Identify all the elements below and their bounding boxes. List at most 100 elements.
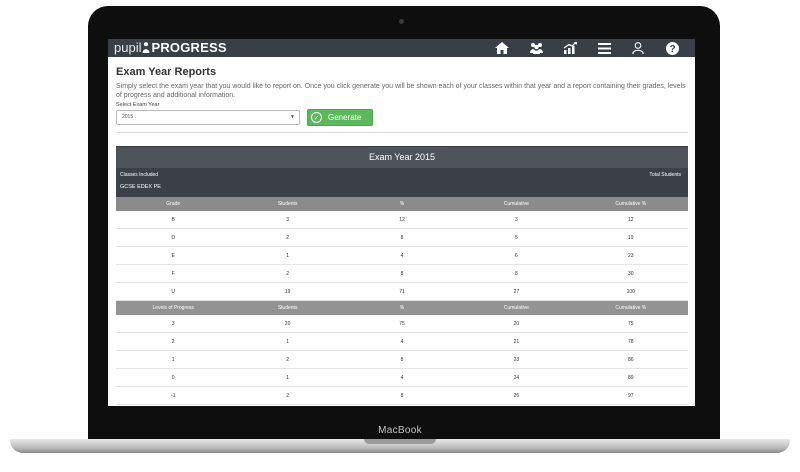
table-cell: 27 (459, 282, 574, 301)
table-cell: 1 (230, 404, 345, 406)
generate-label: Generate (328, 113, 362, 122)
table-cell: 12 (344, 211, 460, 229)
table-cell: 78 (573, 332, 688, 351)
laptop-notch (364, 439, 436, 444)
table-cell: E (116, 246, 231, 265)
table-cell: D (116, 228, 231, 247)
table-cell: 23 (573, 246, 688, 265)
table-cell: 3 (116, 315, 231, 333)
device-brand-label: MacBook (378, 425, 422, 436)
table-row: 2 1 4 21 78 (116, 332, 688, 351)
table-cell: -1 (116, 386, 231, 405)
table-cell: 8 (344, 264, 460, 283)
user-icon[interactable] (621, 39, 655, 57)
table-cell: 3 (230, 211, 345, 229)
table-row: B 3 12 3 12 (116, 211, 688, 229)
table-cell: 2 (230, 350, 345, 369)
select-label: Select Exam Year (116, 102, 160, 108)
report-panel: Exam Year 2015 Classes Included Total St… (116, 146, 688, 406)
progress-table: Levels of Progress Students% Cumulative Cum… (116, 301, 688, 406)
table-cell: 71 (344, 282, 460, 301)
table-cell: 0 (116, 368, 231, 387)
page-title: Exam Year Reports (116, 66, 217, 78)
table-row: -1 2 8 26 97 (116, 386, 688, 405)
table-cell: 1 (230, 332, 345, 351)
users-icon[interactable] (519, 39, 553, 57)
table-cell: 26 (459, 386, 574, 405)
table-cell: 2 (230, 228, 345, 247)
table-row: 0 1 4 24 89 (116, 368, 688, 387)
table-cell: 89 (573, 368, 688, 387)
logo-text-light: pupil (114, 40, 142, 55)
table-cell: 2 (230, 386, 345, 405)
table-row: F 2 8 8 30 (116, 264, 688, 283)
total-students-label: Total Students (649, 172, 681, 178)
exam-year-select[interactable]: 2015 ▼ (116, 110, 300, 125)
app-logo[interactable]: pupil PROGRESS (114, 40, 227, 56)
grades-table: Grade Students% Cumulative Cumulative % B31… (116, 197, 688, 301)
column-header: % (344, 197, 460, 211)
table-cell: F (116, 264, 231, 283)
home-icon[interactable] (485, 39, 519, 57)
table-row: -31427100 (116, 404, 688, 406)
table-cell: 20 (459, 315, 574, 333)
table-cell: 8 (344, 386, 460, 405)
check-icon: ✓ (311, 112, 322, 123)
progress-header-row: Levels of Progress Students% Cumulative Cum… (116, 301, 688, 315)
report-title: Exam Year 2015 (116, 146, 688, 168)
table-cell: 21 (459, 332, 574, 351)
form-row: 2015 ▼ ✓ Generate (116, 109, 688, 126)
column-header: Cumulative % (573, 197, 688, 211)
table-row: E 1 4 6 23 (116, 246, 688, 265)
screen: pupil PROGRESS ? Exam Year Reports Simpl… (108, 39, 695, 406)
table-cell: 3 (459, 211, 574, 229)
table-cell: 20 (230, 315, 345, 333)
table-cell: 4 (344, 368, 460, 387)
table-cell: 8 (344, 228, 460, 247)
table-cell: 8 (344, 350, 460, 369)
menu-icon[interactable] (587, 39, 621, 57)
generate-button[interactable]: ✓ Generate (307, 109, 373, 126)
nav-icons: ? (485, 39, 689, 57)
classes-bar: Classes Included Total Students GCSE EDE… (116, 168, 688, 197)
table-cell: B (116, 211, 231, 229)
logo-person-icon (142, 42, 150, 53)
table-cell: U (116, 282, 231, 301)
table-cell: 100 (573, 404, 688, 406)
table-cell: 2 (230, 264, 345, 283)
table-cell: 24 (459, 368, 574, 387)
table-cell: 6 (459, 246, 574, 265)
table-cell: 19 (230, 282, 345, 301)
intro-text: Simply select the exam year that you wou… (116, 83, 686, 99)
table-row: D 2 8 5 19 (116, 228, 688, 247)
camera (399, 19, 404, 24)
table-cell: 4 (344, 332, 460, 351)
column-header: Cumulative (459, 197, 574, 211)
classes-label: Classes Included (120, 172, 159, 178)
column-header: Grade (116, 197, 231, 211)
table-cell: 86 (573, 350, 688, 369)
table-cell: 4 (344, 404, 460, 406)
table-cell: 1 (230, 246, 345, 265)
table-cell: 1 (116, 350, 231, 369)
table-cell: -3 (116, 404, 231, 406)
table-cell: 27 (459, 404, 574, 406)
table-cell: 19 (573, 228, 688, 247)
table-cell: 4 (344, 246, 460, 265)
main-content: Exam Year Reports Simply select the exam… (116, 66, 688, 133)
table-cell: 75 (344, 315, 460, 333)
table-cell: 30 (573, 264, 688, 283)
table-cell: 12 (573, 211, 688, 229)
help-icon[interactable]: ? (655, 39, 689, 57)
table-cell: 5 (459, 228, 574, 247)
exam-year-value: 2015 (122, 114, 134, 120)
chart-icon[interactable] (553, 39, 587, 57)
grades-header-row: Grade Students% Cumulative Cumulative % (116, 197, 688, 211)
table-cell: 1 (230, 368, 345, 387)
column-header: Cumulative % (573, 301, 688, 315)
table-row: 1 2 8 23 86 (116, 350, 688, 369)
table-cell: 2 (116, 332, 231, 351)
svg-text:?: ? (669, 44, 675, 55)
table-cell: 97 (573, 386, 688, 405)
class-name: GCSE EDEX PE (120, 184, 161, 190)
